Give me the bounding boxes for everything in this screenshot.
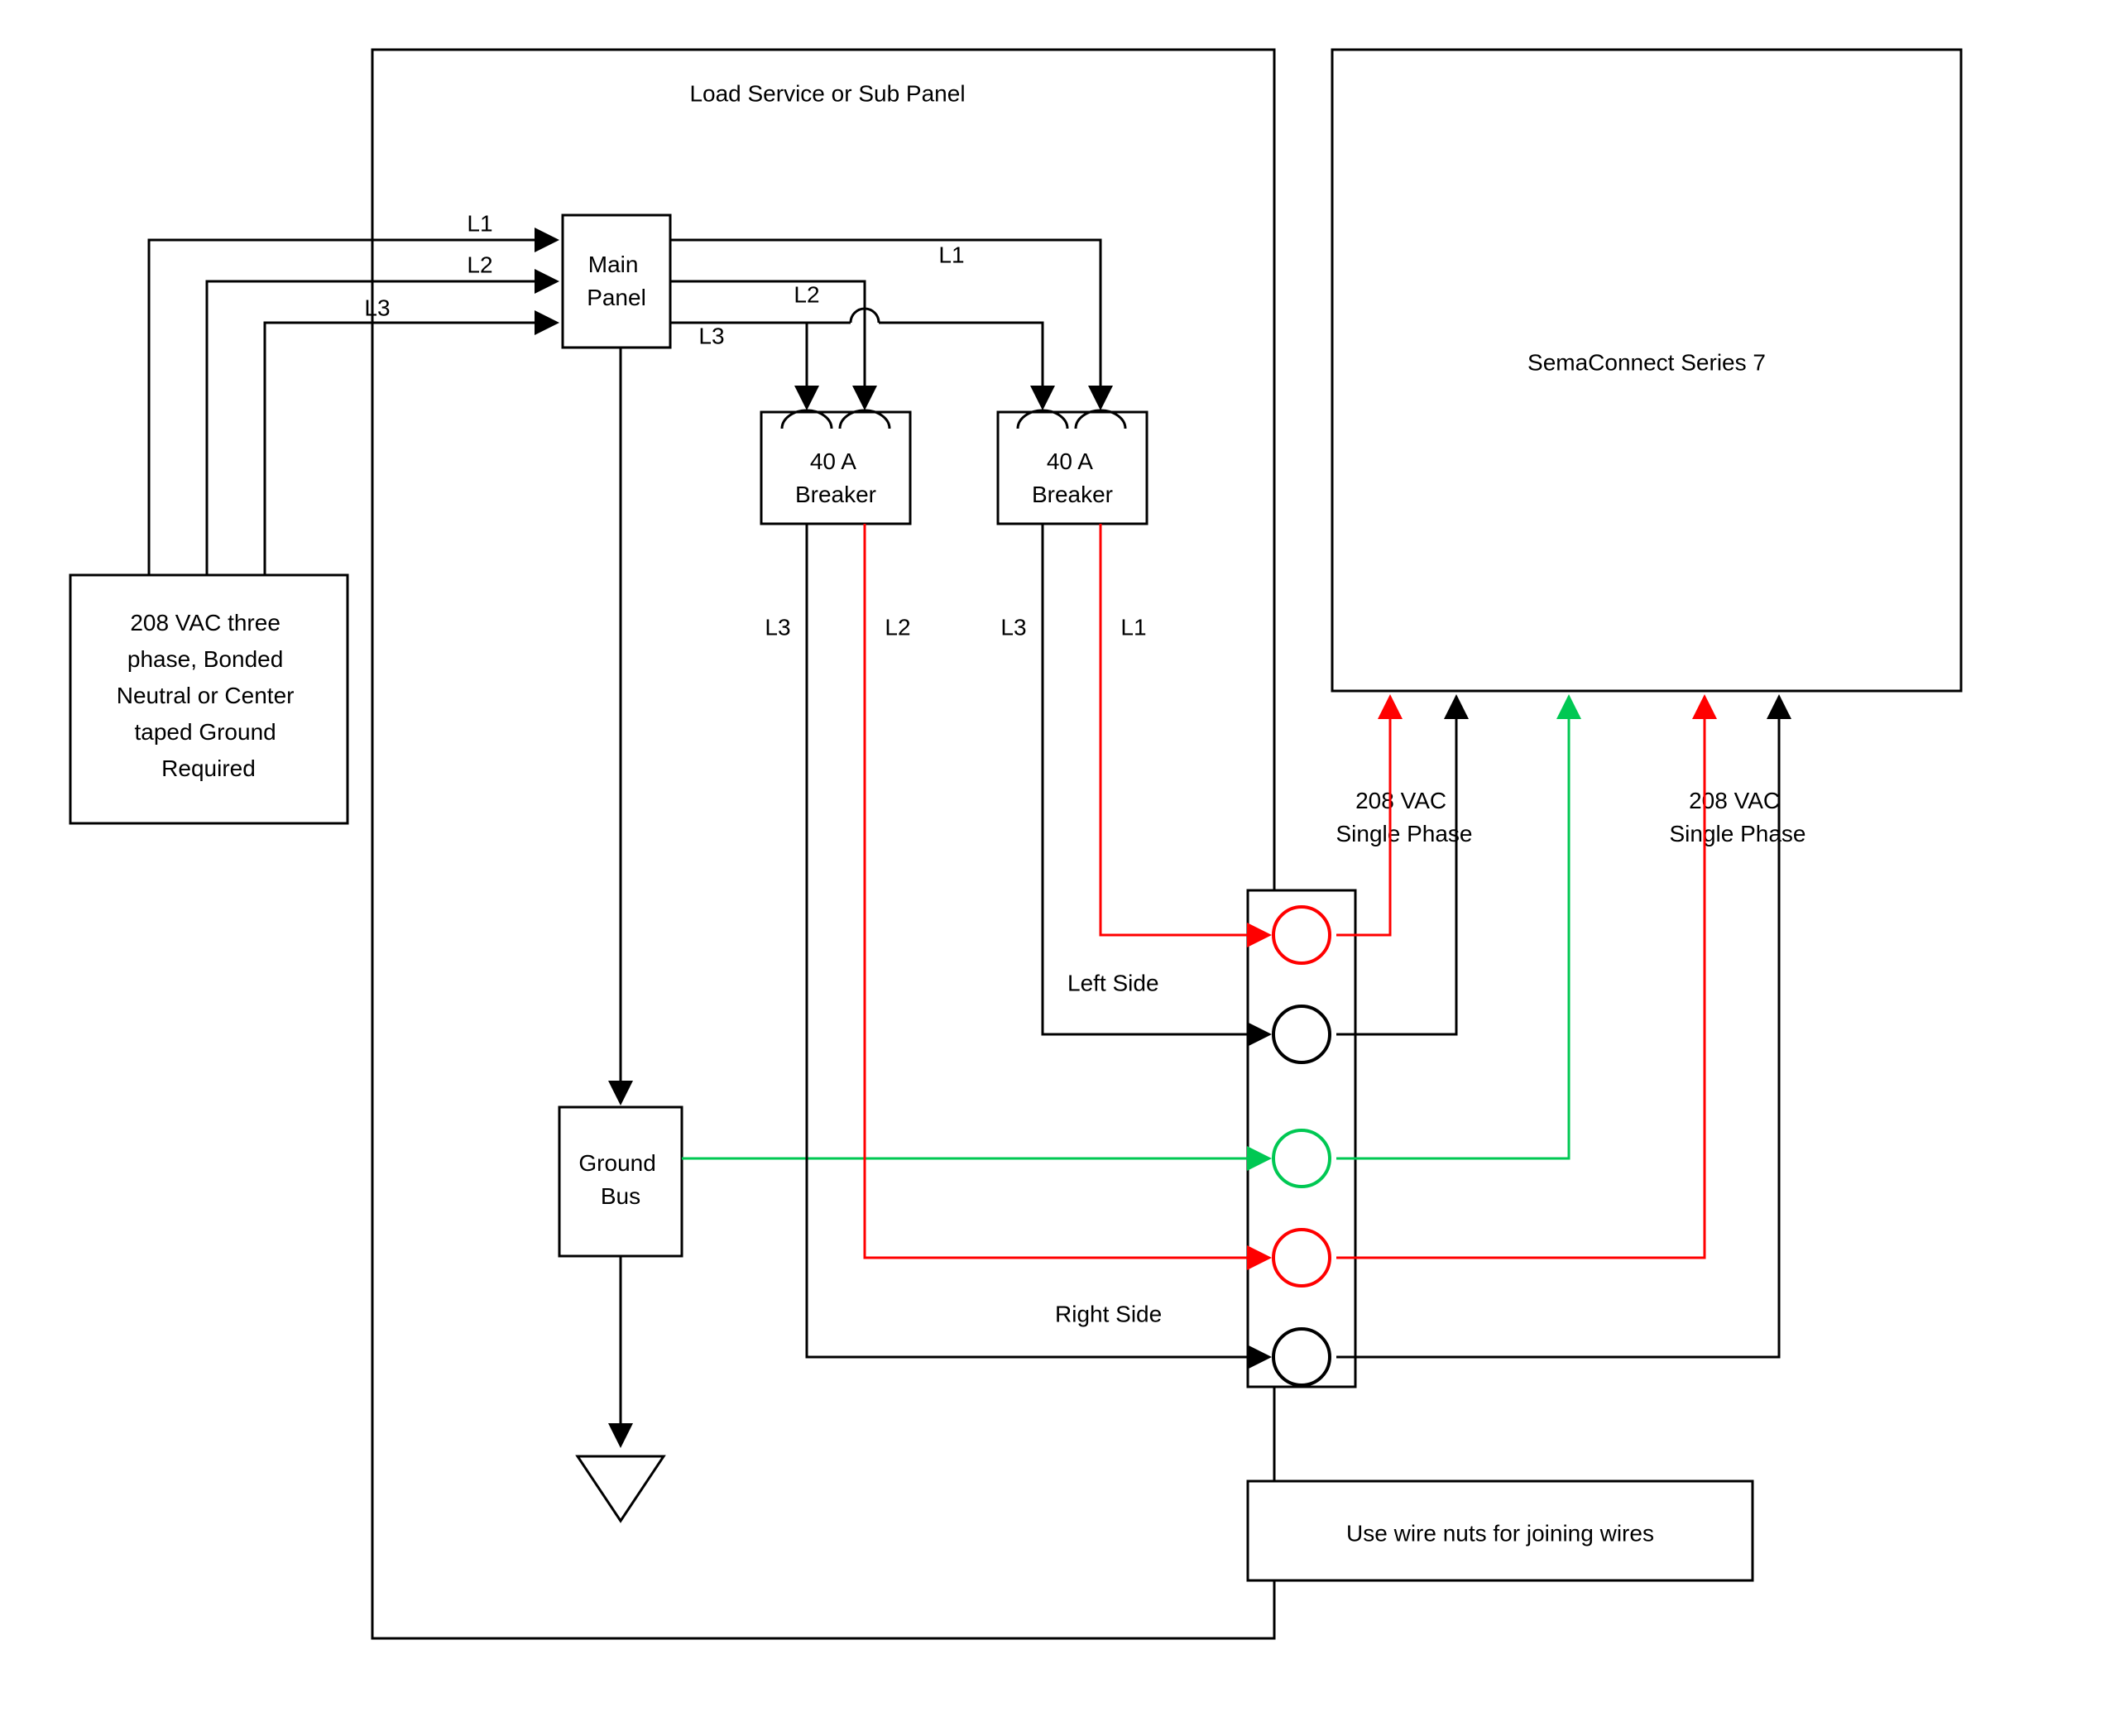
label-l1-in: L1 <box>467 210 492 236</box>
wirenut-2 <box>1273 1006 1330 1062</box>
wirenut-4 <box>1273 1230 1330 1286</box>
label-l2-in: L2 <box>467 252 492 277</box>
wire-nuts-label: Use wire nuts for joining wires <box>1346 1520 1654 1546</box>
wirenut-5 <box>1273 1329 1330 1385</box>
label-br-l3: L3 <box>1000 614 1026 640</box>
main-panel-box <box>563 215 670 348</box>
wirenut-3 <box>1273 1130 1330 1187</box>
label-br-l1: L1 <box>1120 614 1146 640</box>
sub-panel-title: Load Service or Sub Panel <box>689 80 965 106</box>
label-l2-out: L2 <box>794 281 819 307</box>
right-side-label: Right Side <box>1055 1301 1162 1326</box>
sub-panel-box <box>372 50 1274 1638</box>
wire-nut4-to-dev <box>1336 699 1705 1258</box>
wirenut-1 <box>1273 907 1330 963</box>
ground-bus-box <box>559 1107 682 1256</box>
label-bl-l3: L3 <box>765 614 790 640</box>
label-l3-in: L3 <box>364 295 390 320</box>
device-title: SemaConnect Series 7 <box>1527 349 1766 375</box>
vac-right: 208 VAC Single Phase <box>1669 788 1805 846</box>
label-l3-out: L3 <box>698 323 724 348</box>
label-bl-l2: L2 <box>885 614 910 640</box>
wiring-diagram: Load Service or Sub Panel 208 VAC three … <box>0 0 2110 1736</box>
label-l1-out: L1 <box>938 242 964 267</box>
wire-nut3-to-dev <box>1336 699 1569 1158</box>
vac-left: 208 VAC Single Phase <box>1336 788 1472 846</box>
left-side-label: Left Side <box>1067 970 1159 995</box>
